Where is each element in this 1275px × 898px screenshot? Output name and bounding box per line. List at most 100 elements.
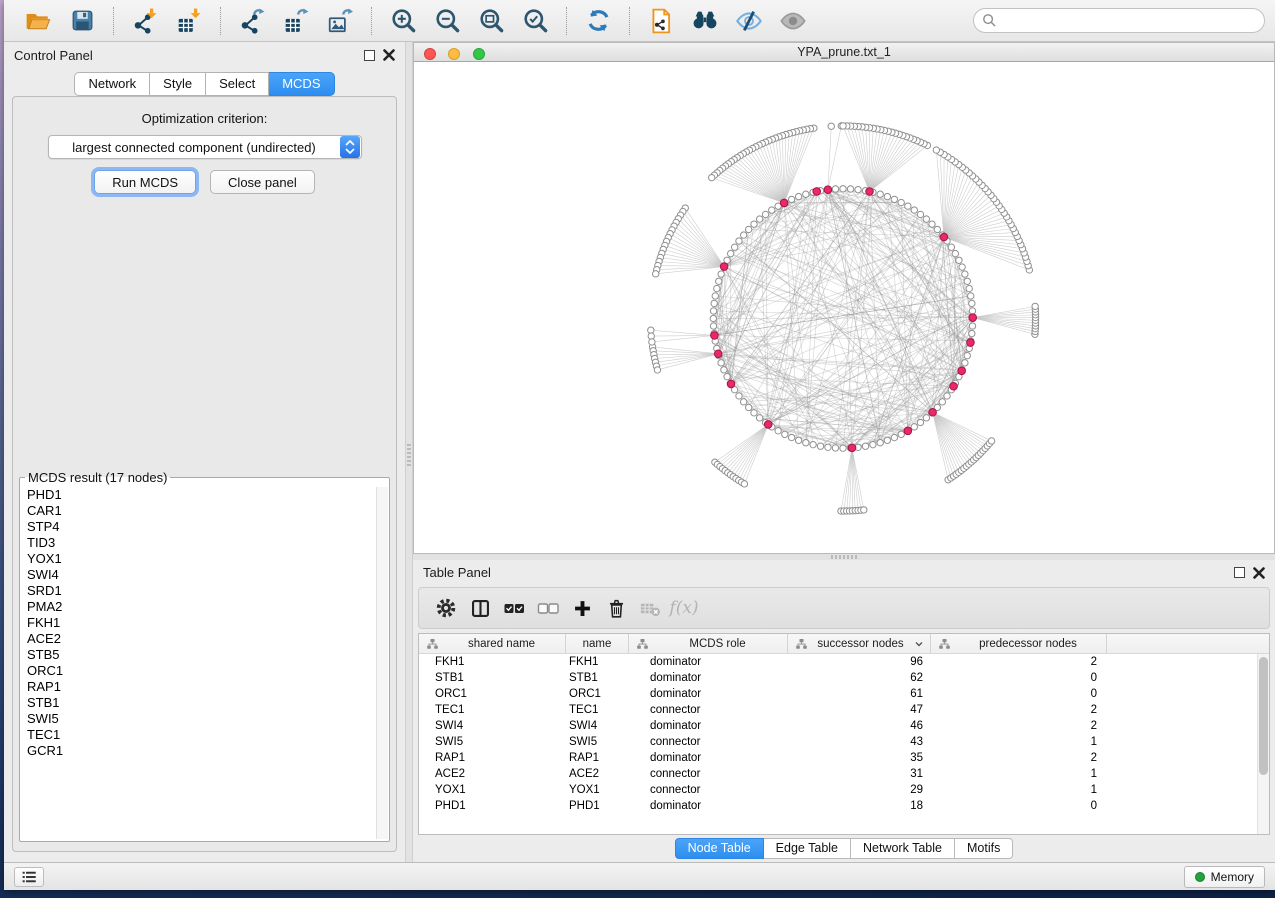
- mcds-result-item[interactable]: STB5: [21, 647, 388, 663]
- network-node[interactable]: [905, 203, 911, 209]
- network-hub-node[interactable]: [780, 199, 788, 207]
- tab-motifs[interactable]: Motifs: [955, 838, 1013, 859]
- mcds-result-item[interactable]: STP4: [21, 519, 388, 535]
- table-row[interactable]: SWI5SWI5connector431: [419, 734, 1269, 750]
- network-node[interactable]: [727, 250, 733, 256]
- network-node[interactable]: [756, 415, 762, 421]
- show-task-history-button[interactable]: [14, 867, 44, 887]
- network-node[interactable]: [891, 196, 897, 202]
- network-node[interactable]: [911, 424, 917, 430]
- show-column-panel-button[interactable]: [463, 592, 497, 624]
- network-hub-node[interactable]: [950, 382, 958, 390]
- network-node[interactable]: [751, 221, 757, 227]
- network-hub-node[interactable]: [967, 339, 975, 347]
- float-panel-icon[interactable]: [364, 50, 375, 61]
- network-leaf-node[interactable]: [861, 507, 867, 513]
- network-node[interactable]: [745, 404, 751, 410]
- tab-mcds[interactable]: MCDS: [269, 72, 334, 96]
- mcds-result-item[interactable]: ORC1: [21, 663, 388, 679]
- save-session-button[interactable]: [67, 6, 97, 36]
- network-node[interactable]: [956, 257, 962, 263]
- network-node[interactable]: [712, 293, 718, 299]
- network-hub-node[interactable]: [714, 350, 722, 358]
- network-node[interactable]: [964, 278, 970, 284]
- table-row[interactable]: ORC1ORC1dominator610: [419, 686, 1269, 702]
- network-hub-node[interactable]: [764, 421, 772, 429]
- table-row[interactable]: YOX1YOX1connector291: [419, 782, 1269, 798]
- mcds-list-scrollbar[interactable]: [376, 487, 388, 839]
- network-node[interactable]: [718, 360, 724, 366]
- network-node[interactable]: [736, 238, 742, 244]
- table-row[interactable]: PHD1PHD1dominator180: [419, 798, 1269, 814]
- network-node[interactable]: [969, 300, 975, 306]
- clear-selection-button[interactable]: [531, 592, 565, 624]
- network-node[interactable]: [911, 207, 917, 213]
- tab-network-table[interactable]: Network Table: [851, 838, 955, 859]
- network-node[interactable]: [966, 285, 972, 291]
- mcds-result-list[interactable]: PHD1CAR1STP4TID3YOX1SWI4SRD1PMA2FKH1ACE2…: [21, 487, 388, 839]
- network-node[interactable]: [952, 250, 958, 256]
- mcds-result-item[interactable]: RAP1: [21, 679, 388, 695]
- export-network-button[interactable]: [237, 6, 267, 36]
- network-hub-node[interactable]: [929, 408, 937, 416]
- mcds-result-item[interactable]: SWI5: [21, 711, 388, 727]
- close-panel-icon[interactable]: [383, 49, 395, 61]
- network-node[interactable]: [817, 443, 823, 449]
- network-node[interactable]: [968, 293, 974, 299]
- network-canvas[interactable]: [414, 62, 1274, 553]
- table-scrollbar[interactable]: [1257, 654, 1269, 834]
- network-leaf-node[interactable]: [840, 123, 846, 129]
- zoom-in-button[interactable]: [388, 6, 418, 36]
- network-node[interactable]: [923, 216, 929, 222]
- table-scrollbar-thumb[interactable]: [1259, 657, 1268, 775]
- mcds-result-item[interactable]: SRD1: [21, 583, 388, 599]
- import-table-button[interactable]: [174, 6, 204, 36]
- network-node[interactable]: [711, 300, 717, 306]
- table-row[interactable]: ACE2ACE2connector311: [419, 766, 1269, 782]
- mcds-result-item[interactable]: PMA2: [21, 599, 388, 615]
- hide-selected-button[interactable]: [734, 6, 764, 36]
- network-hub-node[interactable]: [866, 188, 874, 196]
- tab-select[interactable]: Select: [206, 72, 269, 96]
- network-node[interactable]: [716, 278, 722, 284]
- network-leaf-node[interactable]: [649, 339, 655, 345]
- network-node[interactable]: [745, 226, 751, 232]
- network-node[interactable]: [731, 244, 737, 250]
- column-header-predecessor-nodes[interactable]: predecessor nodes: [931, 634, 1107, 653]
- network-leaf-node[interactable]: [933, 147, 939, 153]
- network-node[interactable]: [884, 193, 890, 199]
- network-leaf-node[interactable]: [828, 123, 834, 129]
- network-hub-node[interactable]: [720, 263, 728, 271]
- network-leaf-node[interactable]: [708, 174, 714, 180]
- network-node[interactable]: [917, 211, 923, 217]
- tab-network[interactable]: Network: [74, 72, 150, 96]
- network-leaf-node[interactable]: [652, 271, 658, 277]
- network-node[interactable]: [884, 437, 890, 443]
- tab-style[interactable]: Style: [150, 72, 206, 96]
- network-node[interactable]: [962, 271, 968, 277]
- open-file-button[interactable]: [23, 6, 53, 36]
- network-node[interactable]: [855, 186, 861, 192]
- network-node[interactable]: [969, 330, 975, 336]
- network-node[interactable]: [775, 428, 781, 434]
- network-node[interactable]: [944, 393, 950, 399]
- window-zoom-traffic-light[interactable]: [473, 48, 485, 60]
- mcds-result-item[interactable]: ACE2: [21, 631, 388, 647]
- column-header-shared-name[interactable]: shared name: [419, 634, 566, 653]
- network-node[interactable]: [929, 221, 935, 227]
- criterion-dropdown[interactable]: largest connected component (undirected): [48, 135, 362, 159]
- float-panel-icon[interactable]: [1234, 567, 1245, 578]
- network-node[interactable]: [803, 440, 809, 446]
- network-node[interactable]: [714, 285, 720, 291]
- network-node[interactable]: [969, 323, 975, 329]
- network-hub-node[interactable]: [904, 427, 912, 435]
- column-header-name[interactable]: name: [566, 634, 629, 653]
- mcds-result-item[interactable]: STB1: [21, 695, 388, 711]
- network-leaf-node[interactable]: [988, 438, 994, 444]
- network-node[interactable]: [898, 199, 904, 205]
- vertical-splitter[interactable]: [405, 42, 413, 862]
- network-hub-node[interactable]: [958, 367, 966, 375]
- close-panel-button[interactable]: Close panel: [210, 170, 315, 194]
- show-all-button[interactable]: [778, 6, 808, 36]
- network-hub-node[interactable]: [848, 444, 856, 452]
